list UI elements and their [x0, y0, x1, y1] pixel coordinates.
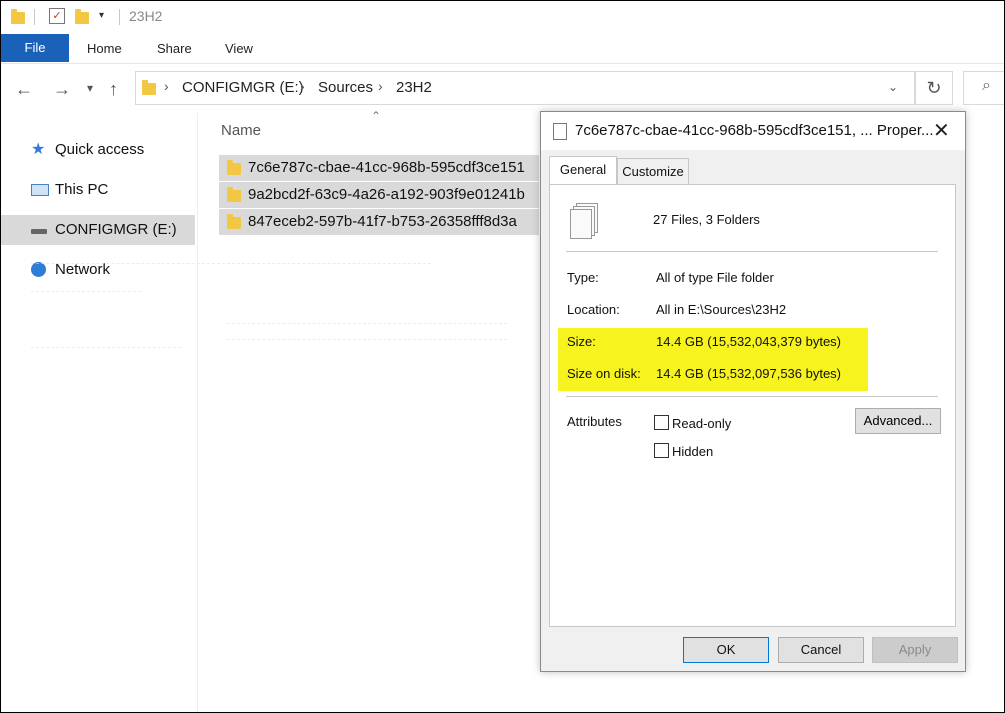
star-icon: ★	[31, 141, 46, 158]
list-item[interactable]: 7c6e787c-cbae-41cc-968b-595cdf3ce151	[219, 155, 539, 181]
advanced-button[interactable]: Advanced...	[855, 408, 941, 434]
sidebar-item-quick-access[interactable]: ★ Quick access	[1, 135, 195, 165]
folder-icon	[227, 160, 241, 175]
multiple-files-icon	[570, 203, 598, 239]
readonly-checkbox[interactable]	[654, 415, 669, 430]
tab-general[interactable]: General	[549, 156, 617, 185]
cancel-button[interactable]: Cancel	[778, 637, 864, 663]
divider	[566, 396, 938, 397]
sidebar-item-label: This PC	[55, 181, 109, 198]
search-box[interactable]: ⌕	[963, 71, 1004, 105]
hidden-checkbox[interactable]	[654, 443, 669, 458]
size-on-disk-value: 14.4 GB (15,532,097,536 bytes)	[656, 366, 842, 381]
folder-icon	[227, 214, 241, 229]
column-header-name[interactable]: Name	[221, 122, 261, 139]
search-icon: ⌕	[982, 77, 991, 94]
address-dropdown-icon[interactable]: ⌄	[888, 80, 898, 94]
address-bar[interactable]: › CONFIGMGR (E:) › Sources › 23H2 ⌄	[135, 71, 915, 105]
type-value: All of type File folder	[656, 270, 774, 285]
attributes-label: Attributes	[567, 414, 622, 429]
ok-button[interactable]: OK	[683, 637, 769, 663]
customize-qat-icon[interactable]: ▾	[99, 10, 104, 21]
explorer-window: ✓ ▾ 23H2 File Home Share View ← → ▾ ↑ › …	[0, 0, 1005, 713]
hidden-label[interactable]: Hidden	[672, 444, 713, 459]
divider	[566, 251, 938, 252]
breadcrumb-23h2[interactable]: 23H2	[396, 79, 432, 96]
sidebar-item-label: Quick access	[55, 141, 145, 158]
ghost-artifact	[31, 263, 431, 276]
file-summary: 27 Files, 3 Folders	[653, 212, 760, 227]
list-item[interactable]: 847eceb2-597b-41f7-b753-26358fff8d3a	[219, 209, 539, 235]
properties-dialog: 7c6e787c-cbae-41cc-968b-595cdf3ce151, ..…	[540, 111, 966, 672]
properties-checkbox-icon[interactable]: ✓	[49, 8, 65, 24]
divider	[34, 9, 35, 25]
breadcrumb-drive[interactable]: CONFIGMGR (E:)	[182, 79, 304, 96]
readonly-label[interactable]: Read-only	[672, 416, 731, 431]
sidebar-item-label: CONFIGMGR (E:)	[55, 221, 177, 238]
computer-icon	[31, 184, 49, 196]
forward-arrow-icon[interactable]: →	[53, 79, 71, 100]
window-title: 23H2	[129, 8, 163, 24]
dialog-title-bar[interactable]: 7c6e787c-cbae-41cc-968b-595cdf3ce151, ..…	[541, 112, 965, 150]
chevron-right-icon[interactable]: ›	[300, 78, 305, 94]
close-icon[interactable]: ✕	[933, 118, 950, 143]
sort-ascending-icon: ⌃	[371, 109, 382, 123]
title-bar: ✓ ▾ 23H2	[1, 1, 1004, 33]
size-on-disk-label: Size on disk:	[567, 366, 641, 381]
breadcrumb-sources[interactable]: Sources	[318, 79, 373, 96]
size-value: 14.4 GB (15,532,043,379 bytes)	[656, 334, 842, 349]
ribbon: File Home Share View	[1, 33, 1004, 64]
up-arrow-icon[interactable]: ↑	[109, 79, 118, 100]
list-item[interactable]: 9a2bcd2f-63c9-4a26-a192-903f9e01241b	[219, 182, 539, 208]
divider	[119, 9, 120, 25]
sidebar-item-configmgr[interactable]: CONFIGMGR (E:)	[1, 215, 195, 245]
refresh-icon[interactable]: ↻	[915, 71, 953, 105]
navigation-bar: ← → ▾ ↑ › CONFIGMGR (E:) › Sources › 23H…	[1, 63, 1004, 113]
type-label: Type:	[567, 270, 599, 285]
location-label: Location:	[567, 302, 620, 317]
list-item-name: 847eceb2-597b-41f7-b753-26358fff8d3a	[248, 213, 517, 230]
tab-customize[interactable]: Customize	[617, 158, 689, 186]
general-panel: 27 Files, 3 Folders Type: All of type Fi…	[549, 184, 956, 627]
drive-icon	[31, 229, 47, 234]
location-value: All in E:\Sources\23H2	[656, 302, 787, 317]
back-arrow-icon[interactable]: ←	[15, 79, 33, 100]
sidebar-item-this-pc[interactable]: This PC	[1, 175, 195, 205]
size-label: Size:	[567, 334, 596, 349]
tab-view[interactable]: View	[225, 41, 253, 56]
tab-share[interactable]: Share	[157, 41, 192, 56]
tab-home[interactable]: Home	[87, 41, 122, 56]
chevron-right-icon[interactable]: ›	[378, 78, 383, 94]
documents-icon	[553, 123, 567, 140]
ghost-artifact	[227, 323, 507, 332]
recent-locations-chevron-icon[interactable]: ▾	[87, 81, 93, 95]
ghost-artifact	[227, 339, 507, 348]
apply-button[interactable]: Apply	[872, 637, 958, 663]
navigation-pane: ★ Quick access This PC CONFIGMGR (E:) Ne…	[1, 113, 198, 712]
list-item-name: 9a2bcd2f-63c9-4a26-a192-903f9e01241b	[248, 186, 525, 203]
list-item-name: 7c6e787c-cbae-41cc-968b-595cdf3ce151	[248, 159, 525, 176]
tab-file[interactable]: File	[1, 34, 69, 62]
chevron-right-icon[interactable]: ›	[164, 78, 169, 94]
folder-icon	[227, 187, 241, 202]
dialog-title: 7c6e787c-cbae-41cc-968b-595cdf3ce151, ..…	[575, 122, 934, 139]
ghost-artifact	[31, 291, 141, 300]
ghost-artifact	[31, 347, 181, 356]
